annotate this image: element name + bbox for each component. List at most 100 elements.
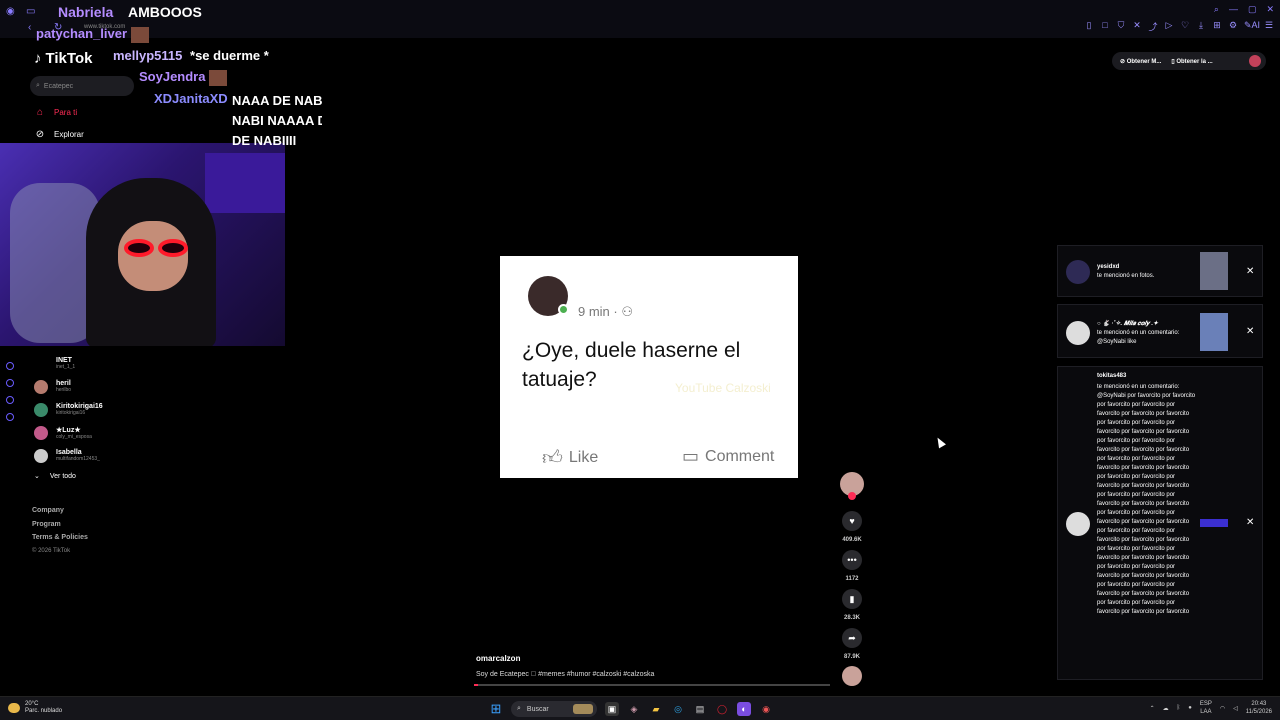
weather-widget[interactable]: 20°C Parc. nublado bbox=[8, 701, 62, 715]
share-button[interactable]: ➦ bbox=[842, 628, 862, 648]
bluetooth-icon[interactable]: ᛒ bbox=[1177, 705, 1181, 711]
video-author[interactable]: omarcalzon bbox=[476, 654, 520, 663]
webcam-overlay bbox=[0, 143, 285, 346]
bookmark-icon[interactable]: ▯ bbox=[1084, 20, 1094, 33]
chrome-icon[interactable]: ◉ bbox=[759, 702, 773, 716]
follow-plus-icon[interactable] bbox=[848, 492, 856, 500]
edge-icon[interactable]: ◎ bbox=[671, 702, 685, 716]
back-icon[interactable]: ‹ bbox=[28, 22, 31, 33]
following-list: INET inet_1_1 heril herilbo Kiritokirigai1… bbox=[34, 352, 184, 467]
clock-icon[interactable] bbox=[6, 379, 14, 387]
following-item[interactable]: ★Luz★ coly_mi_esposa bbox=[34, 421, 184, 444]
chat-username: SoyJendra bbox=[139, 69, 206, 84]
wifi-icon[interactable]: ◠ bbox=[1220, 705, 1225, 712]
window-controls: ⌕ — ▢ ✕ bbox=[1214, 4, 1274, 15]
see-all-link[interactable]: ⌄ Ver todo bbox=[34, 472, 76, 481]
following-name: ★Luz★ bbox=[56, 426, 81, 434]
chevron-up-icon[interactable]: ⌃ bbox=[1150, 705, 1155, 712]
play-icon[interactable]: ▷ bbox=[1164, 20, 1174, 33]
volume-icon[interactable]: ◁ bbox=[1233, 705, 1238, 712]
taskbar-search[interactable]: ⌕ Buscar bbox=[511, 701, 597, 717]
following-item[interactable]: heril herilbo bbox=[34, 375, 184, 398]
profile-avatar[interactable] bbox=[1249, 55, 1261, 67]
watermark: YouTube Calzoski bbox=[675, 381, 771, 395]
windows-start-icon[interactable]: ⊞ bbox=[489, 701, 503, 716]
close-icon[interactable]: ✕ bbox=[1266, 4, 1274, 15]
get-pc-app-button[interactable]: ▯ Obtener la ... bbox=[1171, 58, 1212, 65]
language-indicator[interactable]: ESP LAA bbox=[1200, 700, 1212, 716]
menu-icon[interactable]: ☰ bbox=[1264, 20, 1274, 33]
browser-toolbar-icons: ▯ □ ⛉ ✕ ⤴ ▷ ♡ ⤓ ⊞ ⚙ ✎AI ☰ bbox=[1084, 20, 1274, 33]
notification-user: ○ 🐇 ·˚✧. 𝑴𝒊𝒍𝒂 𝒄𝒐𝒍𝒚 .✦ bbox=[1097, 321, 1159, 327]
comment-button[interactable]: ••• bbox=[842, 550, 862, 570]
system-tray: ⌃ ☁ ᛒ ● ESP LAA ◠ ◁ 20:43 11/5/2026 bbox=[1150, 700, 1272, 716]
comment-icon: ••• bbox=[847, 555, 857, 565]
file-explorer-icon[interactable]: ▰ bbox=[649, 702, 663, 716]
browser-side-panel bbox=[6, 362, 14, 421]
chat-message: SoyJendra bbox=[139, 69, 228, 86]
nav-explore[interactable]: ⊘ Explorar bbox=[34, 128, 84, 140]
background-window bbox=[205, 153, 285, 213]
get-app-button[interactable]: ⊘ Obtener M... bbox=[1120, 58, 1161, 65]
search-icon[interactable]: ⌕ bbox=[1214, 4, 1219, 15]
opera-icon[interactable]: ◯ bbox=[715, 702, 729, 716]
history-icon[interactable] bbox=[6, 362, 14, 370]
settings-icon[interactable]: ⚙ bbox=[1228, 20, 1238, 33]
mic-icon[interactable]: ● bbox=[1188, 705, 1192, 711]
tiktok-logo[interactable]: ♪ TikTok bbox=[34, 50, 92, 67]
settings-icon[interactable] bbox=[6, 413, 14, 421]
video-frame[interactable]: 9 min · ⚇ ¿Oye, duele haserne el tatuaje… bbox=[500, 256, 798, 478]
clock[interactable]: 20:43 11/5/2026 bbox=[1246, 700, 1272, 716]
share-icon[interactable]: ⤴ bbox=[1148, 20, 1158, 33]
heart-icon: ♥ bbox=[849, 516, 855, 526]
close-icon[interactable]: ✕ bbox=[1246, 326, 1254, 337]
get-app-label: Obtener M... bbox=[1126, 58, 1162, 65]
task-view-icon[interactable]: ▣ bbox=[605, 702, 619, 716]
onedrive-icon[interactable]: ☁ bbox=[1163, 705, 1169, 712]
cart-icon[interactable]: ⊞ bbox=[1212, 20, 1222, 33]
square-icon[interactable]: □ bbox=[1100, 20, 1110, 33]
store-icon[interactable]: ▤ bbox=[693, 702, 707, 716]
close-icon[interactable]: ✕ bbox=[1246, 266, 1254, 277]
discord-icon[interactable]: ◐ bbox=[737, 702, 751, 716]
footer-terms-link[interactable]: Terms & Policies bbox=[32, 531, 88, 545]
following-name: heril bbox=[56, 380, 71, 387]
post-time: 9 min · ⚇ bbox=[578, 304, 634, 319]
notification-card[interactable]: ○ 🐇 ·˚✧. 𝑴𝒊𝒍𝒂 𝒄𝒐𝒍𝒚 .✦ te mencionó en un … bbox=[1057, 304, 1263, 358]
chat-message: patychan_liver bbox=[36, 26, 150, 43]
sound-disc[interactable] bbox=[842, 666, 862, 686]
following-item[interactable]: INET inet_1_1 bbox=[34, 352, 184, 375]
browser-logo-icon[interactable]: ◉ bbox=[6, 6, 15, 17]
shield-icon[interactable]: ⛉ bbox=[1116, 20, 1126, 33]
video-progress-bar[interactable] bbox=[474, 684, 830, 686]
weather-icon bbox=[8, 703, 20, 713]
notification-card[interactable]: tokitas483 te mencionó en un comentario:… bbox=[1057, 366, 1263, 680]
close-icon[interactable]: ✕ bbox=[1246, 517, 1254, 528]
search-input[interactable]: ⌕ Ecatepec bbox=[30, 76, 134, 96]
copilot-icon[interactable]: ◈ bbox=[627, 702, 641, 716]
download-icon[interactable]: ⤓ bbox=[1196, 20, 1206, 33]
messages-icon[interactable] bbox=[6, 396, 14, 404]
translate-icon[interactable]: ✕ bbox=[1132, 20, 1142, 33]
footer-program-link[interactable]: Program bbox=[32, 518, 88, 532]
chat-message: mellyp5115 *se duerme * bbox=[113, 48, 269, 63]
share-count: 87.9K bbox=[843, 654, 860, 660]
nav-for-you[interactable]: ⌂ Para ti bbox=[34, 106, 77, 118]
notification-card[interactable]: yesidxd te mencionó en fotos. ✕ bbox=[1057, 245, 1263, 297]
maximize-icon[interactable]: ▢ bbox=[1248, 4, 1257, 15]
footer-copyright: © 2026 TikTok bbox=[32, 547, 71, 554]
comment-icon: ▭ bbox=[682, 446, 700, 466]
chat-username: XDJanitaXD bbox=[154, 91, 228, 106]
save-button[interactable]: ▮ bbox=[842, 589, 862, 609]
footer-company-link[interactable]: Company bbox=[32, 504, 88, 518]
minimize-icon[interactable]: — bbox=[1229, 4, 1238, 15]
like-button[interactable]: ♥ bbox=[842, 511, 862, 531]
following-name: Kiritokirigai16 bbox=[56, 403, 103, 410]
heart-icon[interactable]: ♡ bbox=[1180, 20, 1190, 33]
tab-icon[interactable]: ▭ bbox=[26, 6, 35, 17]
ai-icon[interactable]: ✎AI bbox=[1244, 20, 1260, 33]
following-item[interactable]: Kiritokirigai16 kiritokirigai16 bbox=[34, 398, 184, 421]
taskbar-icons: ⊞ ⌕ Buscar ▣ ◈ ▰ ◎ ▤ ◯ ◐ ◉ bbox=[489, 701, 773, 717]
chevron-down-icon: ⌄ bbox=[34, 473, 40, 480]
following-item[interactable]: Isabella multifandom12453_ bbox=[34, 444, 184, 467]
